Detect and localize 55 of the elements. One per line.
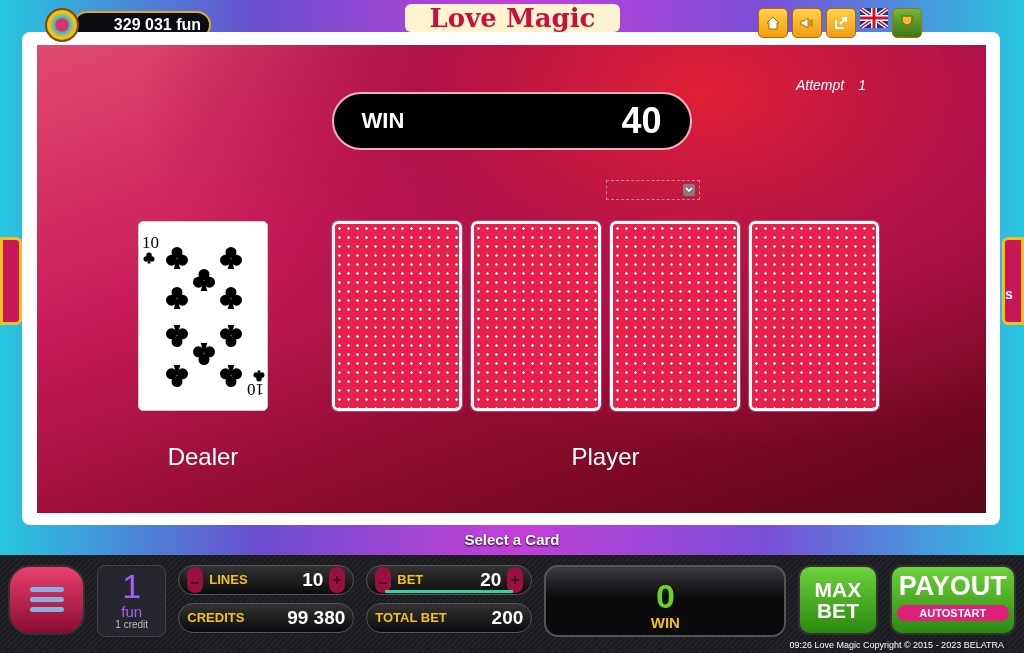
plus-icon: [511, 575, 520, 584]
menu-icon: [29, 586, 64, 613]
sound-button[interactable]: [792, 8, 822, 38]
trophy-button[interactable]: [892, 8, 922, 38]
card-rank: 10: [247, 381, 264, 398]
denomination-unit: fun: [121, 603, 143, 619]
home-icon: [765, 15, 781, 31]
home-button[interactable]: [758, 8, 788, 38]
flag-icon: [860, 8, 888, 28]
total-bet-label: TOTAL BET: [375, 610, 447, 625]
speaker-icon: [799, 15, 815, 31]
denomination-value: 1: [122, 567, 142, 604]
lines-value: 10: [302, 568, 324, 591]
denomination-note: 1 credit: [115, 618, 149, 630]
dropdown-field[interactable]: [606, 180, 700, 200]
plus-button[interactable]: [507, 566, 524, 593]
minus-icon: [379, 581, 388, 584]
denomination-panel[interactable]: 1 fun 1 credit: [97, 564, 167, 637]
trophy-icon: [898, 14, 916, 32]
prompt-text: Select a Card: [463, 530, 561, 551]
minus-icon: [191, 581, 200, 584]
player-label: Player: [570, 443, 641, 471]
total-bet-value: 200: [491, 606, 524, 629]
autostart-label: AUTOSTART: [896, 604, 1009, 621]
win-caption: WIN: [650, 613, 680, 631]
chevron-down-icon: [685, 187, 693, 193]
lines-label: LINES: [209, 572, 248, 587]
card-back[interactable]: [610, 221, 740, 411]
attempt-label: Attempt: [795, 77, 845, 93]
copyright-text: 09:26 Love Magic Copyright © 2015 - 2023 BELATRA: [789, 640, 1004, 650]
side-tab[interactable]: s: [1002, 237, 1024, 325]
menu-button[interactable]: [8, 564, 86, 635]
card-rank: 10: [142, 234, 159, 251]
plus-icon: [333, 575, 342, 584]
max-bet-button[interactable]: MAX BET: [798, 564, 878, 635]
side-tab[interactable]: [0, 237, 22, 325]
win-amount: 0: [655, 577, 675, 614]
attempt-number: 1: [858, 77, 866, 93]
expand-button[interactable]: [826, 8, 856, 38]
playing-card[interactable]: 10 10: [138, 221, 268, 411]
game-logo: Love Magic: [405, 4, 620, 32]
dealer-label: Dealer: [166, 443, 240, 471]
win-label: WIN: [361, 108, 405, 134]
minus-button[interactable]: [375, 566, 392, 593]
payout-button[interactable]: PAYOUT AUTOSTART: [889, 564, 1016, 635]
credits-label: CREDITS: [187, 610, 245, 625]
bet-value: 20: [480, 568, 502, 591]
card-back[interactable]: [749, 221, 879, 411]
win-value: 40: [621, 100, 662, 142]
credits-value: 99 380: [287, 606, 346, 629]
coin-icon: [45, 8, 79, 42]
bet-label: BET: [397, 572, 424, 587]
card-back[interactable]: [332, 221, 462, 411]
expand-icon: [833, 15, 849, 31]
card-back[interactable]: [471, 221, 601, 411]
